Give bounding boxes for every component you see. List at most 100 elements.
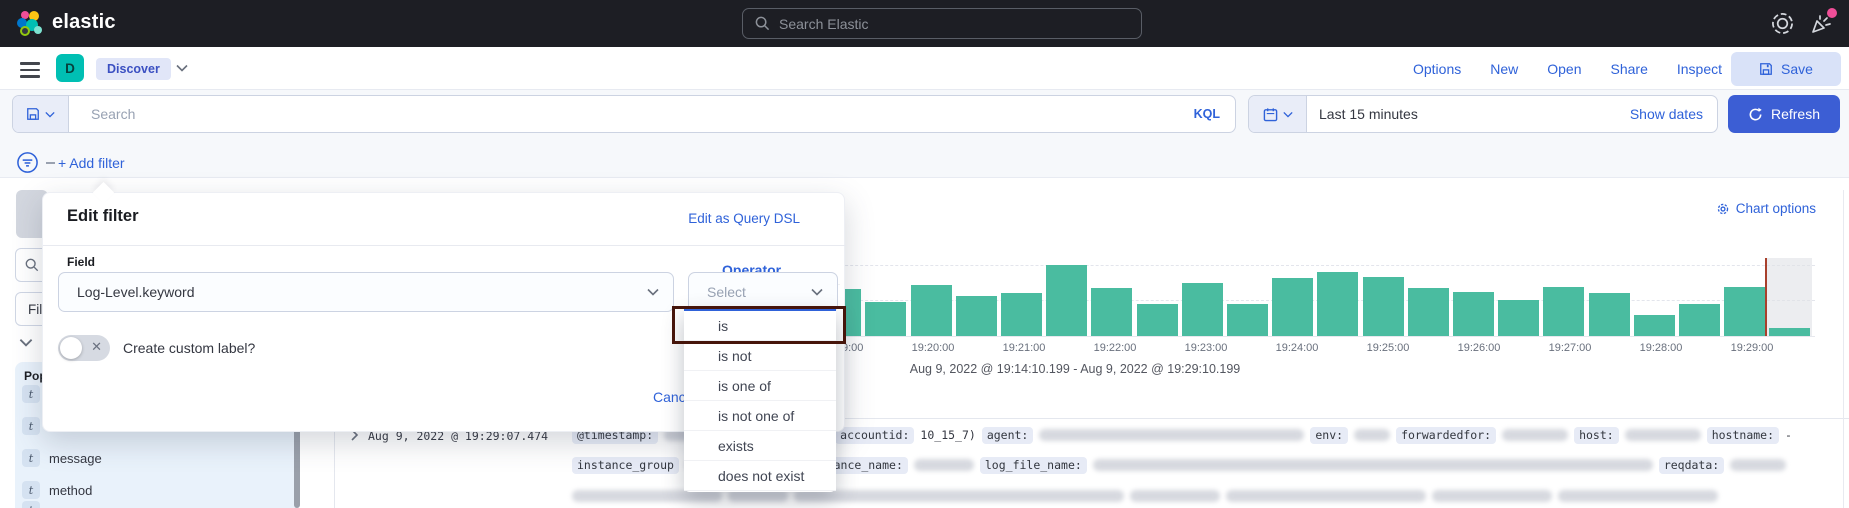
operator-option[interactable]: is not one of: [684, 401, 836, 431]
x-axis-tick-label: 19:22:00: [1094, 342, 1137, 354]
sidebar-field-item[interactable]: tmethod: [22, 481, 92, 499]
time-range-value[interactable]: Last 15 minutes: [1319, 106, 1418, 122]
calendar-icon: [1263, 107, 1278, 122]
refresh-button[interactable]: Refresh: [1728, 95, 1840, 133]
chevron-down-icon[interactable]: [19, 338, 33, 347]
help-icon[interactable]: [1771, 12, 1794, 35]
chevron-down-icon: [647, 288, 659, 296]
field-name-chip[interactable]: hostname:: [1707, 427, 1779, 444]
histogram-bar[interactable]: [1453, 292, 1494, 336]
histogram-bar[interactable]: [1182, 283, 1223, 336]
save-icon: [1759, 62, 1773, 76]
popover-divider: [43, 245, 846, 246]
histogram-bar[interactable]: [1769, 328, 1810, 336]
space-avatar[interactable]: D: [56, 54, 84, 82]
redacted-value: [1039, 429, 1304, 441]
histogram-bar[interactable]: [911, 285, 952, 336]
field-name-chip[interactable]: instance_group: [572, 457, 679, 474]
edit-as-query-dsl-link[interactable]: Edit as Query DSL: [688, 211, 800, 226]
add-filter-link[interactable]: + Add filter: [58, 155, 125, 171]
histogram-bar[interactable]: [1498, 300, 1539, 336]
redacted-value: [1625, 429, 1701, 441]
chart-options-label: Chart options: [1736, 201, 1816, 216]
sidebar-field-item[interactable]: t: [22, 501, 49, 508]
brand-text: elastic: [52, 11, 116, 34]
chevron-down-icon[interactable]: [176, 64, 188, 72]
notification-dot: [1827, 8, 1837, 18]
histogram-bar[interactable]: [1091, 288, 1132, 336]
x-axis-tick-label: 19:21:00: [1003, 342, 1046, 354]
field-name-chip[interactable]: host:: [1574, 427, 1619, 444]
histogram-bar[interactable]: [1589, 293, 1630, 336]
histogram-bar[interactable]: [1046, 265, 1087, 336]
menu-icon[interactable]: [20, 62, 40, 78]
field-name-chip[interactable]: forwardedfor:: [1396, 427, 1496, 444]
inspect-link[interactable]: Inspect: [1677, 61, 1722, 77]
field-name-chip[interactable]: agent:: [982, 427, 1034, 444]
show-dates-link[interactable]: Show dates: [1630, 106, 1703, 122]
sidebar-field-item[interactable]: tmessage: [22, 449, 102, 467]
histogram-bar[interactable]: [956, 296, 997, 336]
histogram-bar[interactable]: [1634, 315, 1675, 336]
histogram-bar[interactable]: [1543, 287, 1584, 336]
redacted-value: [1354, 429, 1390, 441]
field-select[interactable]: Log-Level.keyword: [58, 272, 674, 312]
histogram-bar[interactable]: [1408, 288, 1449, 336]
histogram-bar[interactable]: [1363, 277, 1404, 336]
histogram-bar[interactable]: [1001, 293, 1042, 336]
field-name-chip[interactable]: log_file_name:: [980, 457, 1087, 474]
x-axis-tick-label: 19:27:00: [1549, 342, 1592, 354]
custom-label-toggle[interactable]: ✕: [58, 335, 110, 361]
share-link[interactable]: Share: [1611, 61, 1648, 77]
new-link[interactable]: New: [1490, 61, 1518, 77]
field-name-chip[interactable]: env:: [1310, 427, 1348, 444]
sidebar-scrollbar[interactable]: [294, 428, 300, 508]
string-field-type-icon: t: [22, 417, 40, 435]
elastic-logo[interactable]: elastic: [16, 9, 116, 36]
string-field-type-icon: t: [22, 501, 40, 508]
operator-option[interactable]: is one of: [684, 371, 836, 401]
query-input[interactable]: Search KQL: [12, 95, 1236, 133]
redacted-value: [1730, 459, 1786, 471]
kql-language-button[interactable]: KQL: [1194, 107, 1220, 121]
chevron-down-icon: [1283, 111, 1293, 118]
open-link[interactable]: Open: [1547, 61, 1581, 77]
saved-query-menu-button[interactable]: [13, 96, 69, 132]
histogram-bar[interactable]: [1227, 304, 1268, 336]
save-button[interactable]: Save: [1731, 52, 1841, 86]
operator-option[interactable]: does not exist: [684, 461, 836, 491]
chart-options-button[interactable]: Chart options: [1716, 201, 1816, 216]
operator-option[interactable]: exists: [684, 431, 836, 461]
top-menu: Options New Open Share Inspect: [1413, 54, 1722, 84]
histogram-bar[interactable]: [1137, 304, 1178, 336]
global-search-input[interactable]: Search Elastic: [742, 8, 1142, 39]
partial-bucket-band: [1765, 258, 1812, 336]
redacted-value: [1558, 490, 1718, 502]
histogram-bar[interactable]: [865, 302, 906, 336]
field-name-chip[interactable]: accountid:: [835, 427, 914, 444]
histogram-bar[interactable]: [1724, 287, 1765, 336]
breadcrumb[interactable]: Discover: [96, 58, 171, 80]
x-axis-tick-label: 19:26:00: [1458, 342, 1501, 354]
sidebar-field-label: method: [49, 483, 92, 498]
options-link[interactable]: Options: [1413, 61, 1461, 77]
date-quick-select-button[interactable]: [1249, 96, 1307, 132]
redacted-value: [914, 459, 974, 471]
save-label: Save: [1781, 61, 1813, 77]
operator-option[interactable]: is not: [684, 341, 836, 371]
page-scrollbar[interactable]: [1843, 190, 1844, 508]
x-axis-tick-label: 19:20:00: [912, 342, 955, 354]
field-select-value: Log-Level.keyword: [77, 284, 195, 300]
histogram-bar[interactable]: [1272, 278, 1313, 336]
field-name-chip[interactable]: reqdata:: [1659, 457, 1724, 474]
histogram-bar[interactable]: [1317, 272, 1358, 336]
elastic-logo-icon: [16, 9, 43, 36]
field-label: Field: [67, 255, 95, 269]
histogram-bar[interactable]: [1679, 304, 1720, 336]
filter-icon[interactable]: [16, 151, 39, 174]
gridline: [775, 265, 1815, 266]
redacted-value: [1502, 429, 1568, 441]
x-axis-tick-label: 19:28:00: [1640, 342, 1683, 354]
date-picker[interactable]: Last 15 minutes Show dates: [1248, 95, 1718, 133]
refresh-icon: [1748, 107, 1763, 122]
